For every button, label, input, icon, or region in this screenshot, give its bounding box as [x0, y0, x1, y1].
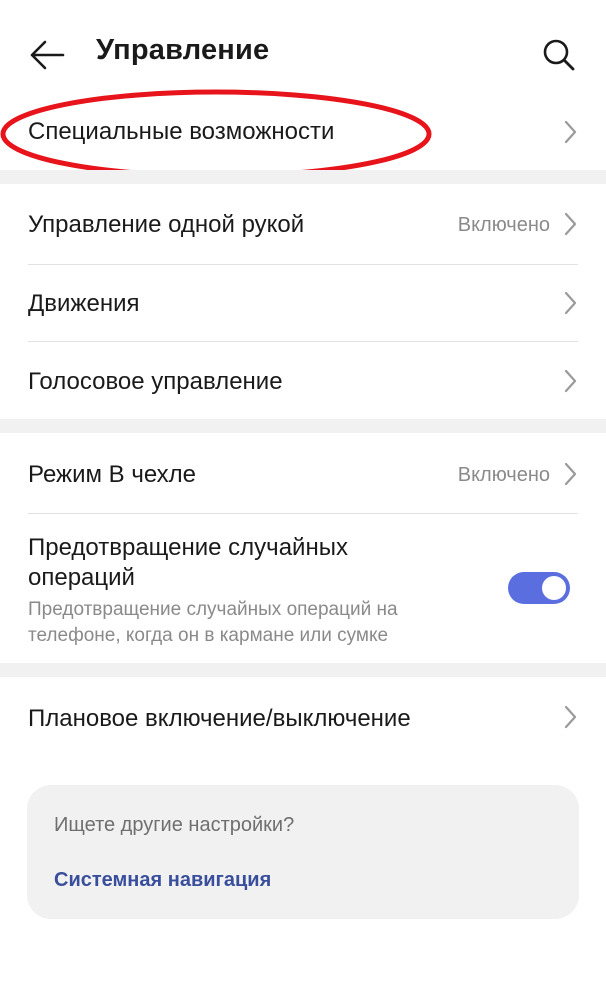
section-gap [0, 663, 606, 677]
toggle-item-description: Предотвращение случайных операций на тел… [28, 599, 398, 646]
search-button[interactable] [536, 32, 582, 78]
page-title: Управление [96, 34, 270, 66]
row-status-value: Включено [457, 464, 550, 486]
row-motions[interactable]: Движения [0, 265, 606, 341]
row-one-hand-mode[interactable]: Управление одной рукой Включено [0, 184, 606, 264]
row-label: Управление одной рукой [28, 211, 305, 238]
system-navigation-link[interactable]: Системная навигация [54, 869, 271, 892]
row-cover-mode[interactable]: Режим В чехле Включено [0, 433, 606, 513]
accidental-touch-toggle[interactable] [508, 572, 570, 604]
row-label: Режим В чехле [28, 461, 197, 488]
app-header: Управление [0, 0, 606, 104]
section-gap [0, 170, 606, 184]
row-label: Специальные возможности [28, 118, 335, 145]
section-gap [0, 419, 606, 433]
row-accessibility[interactable]: Специальные возможности [0, 96, 606, 168]
arrow-left-icon [30, 40, 65, 70]
toggle-knob [542, 576, 566, 600]
suggestions-title: Ищете другие настройки? [54, 814, 295, 836]
row-voice-control[interactable]: Голосовое управление [0, 342, 606, 418]
suggestions-card: Ищете другие настройки? Системная навига… [27, 785, 579, 919]
toggle-item-title: Предотвращение случайных операций [28, 534, 348, 591]
row-label: Плановое включение/выключение [28, 705, 411, 732]
back-button[interactable] [24, 32, 70, 78]
chevron-right-icon [564, 120, 577, 144]
chevron-right-icon [564, 462, 577, 486]
chevron-right-icon [564, 369, 577, 393]
search-icon [543, 39, 575, 71]
row-label: Движения [28, 290, 140, 317]
chevron-right-icon [564, 705, 577, 729]
row-label: Голосовое управление [28, 368, 283, 395]
chevron-right-icon [564, 212, 577, 236]
row-scheduled-power[interactable]: Плановое включение/выключение [0, 677, 606, 759]
row-status-value: Включено [457, 214, 550, 236]
chevron-right-icon [564, 291, 577, 315]
